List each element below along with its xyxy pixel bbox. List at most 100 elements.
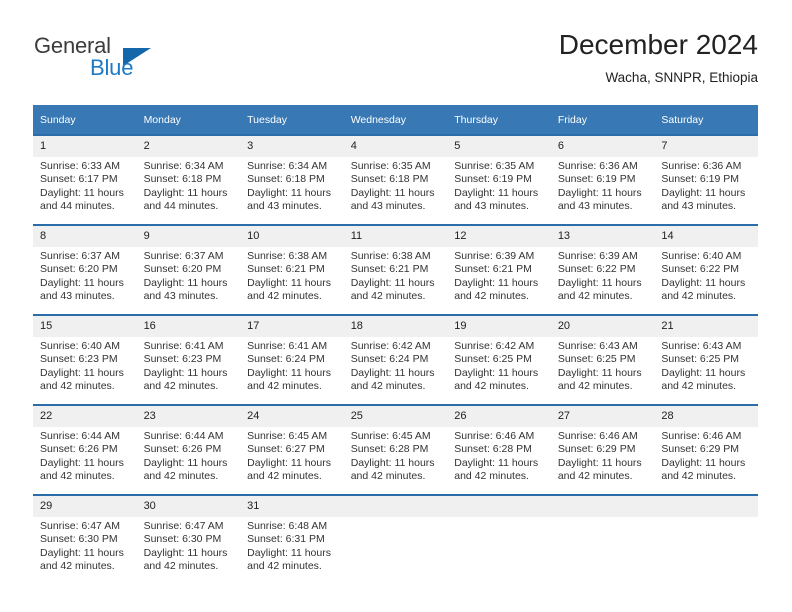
daylight-text-line2: and 42 minutes. [454,470,529,483]
daylight-text-line2: and 42 minutes. [661,290,737,303]
daylight-text-line1: Daylight: 11 hours [661,366,746,379]
day-number: 5 [447,136,551,157]
day-cell[interactable]: 23 Sunrise: 6:44 AM Sunset: 6:26 PM Dayligh… [136,404,241,495]
day-cell[interactable]: 16 Sunrise: 6:41 AM Sunset: 6:23 PM Dayligh… [136,314,241,405]
day-details: Sunrise: 6:36 AM Sunset: 6:19 PM Daylight:… [654,157,758,214]
day-details: Sunrise: 6:48 AM Sunset: 6:31 PM Daylight:… [240,517,344,574]
day-cell[interactable]: 12 Sunrise: 6:39 AM Sunset: 6:21 PM Dayligh… [447,224,551,315]
sunrise-text: Sunrise: 6:37 AM [40,250,120,262]
sunset-text: Sunset: 6:30 PM [143,533,222,546]
day-cell[interactable]: 18 Sunrise: 6:42 AM Sunset: 6:24 PM Dayligh… [343,314,448,405]
day-number: 23 [136,406,241,427]
week-row: 8 Sunrise: 6:37 AM Sunset: 6:20 PM Daylight… [33,224,758,315]
calendar-header-row: Sunday Monday Tuesday Wednesday Thursday… [33,105,758,135]
day-cell[interactable]: 22 Sunrise: 6:44 AM Sunset: 6:26 PM Dayligh… [33,404,137,495]
calendar-body: 1 Sunrise: 6:33 AM Sunset: 6:17 PM Daylight… [33,134,758,584]
day-cell[interactable]: 30 Sunrise: 6:47 AM Sunset: 6:30 PM Dayligh… [136,494,241,584]
sunrise-text: Sunrise: 6:39 AM [557,250,638,262]
day-cell[interactable]: 14 Sunrise: 6:40 AM Sunset: 6:22 PM Dayligh… [654,224,758,315]
day-cell[interactable]: 4 Sunrise: 6:35 AM Sunset: 6:18 PM Daylight… [343,134,448,225]
sunset-text: Sunset: 6:18 PM [143,173,222,186]
day-cell[interactable]: 17 Sunrise: 6:41 AM Sunset: 6:24 PM Dayligh… [240,314,344,405]
day-cell[interactable]: 15 Sunrise: 6:40 AM Sunset: 6:23 PM Dayligh… [33,314,137,405]
day-cell[interactable]: 28 Sunrise: 6:46 AM Sunset: 6:29 PM Dayligh… [654,404,758,495]
day-cell[interactable]: 29 Sunrise: 6:47 AM Sunset: 6:30 PM Dayligh… [33,494,137,584]
day-cell[interactable]: 3 Sunrise: 6:34 AM Sunset: 6:18 PM Daylight… [240,134,344,225]
sunset-text: Sunset: 6:21 PM [454,263,532,276]
sunrise-text: Sunrise: 6:46 AM [557,430,638,442]
day-cell[interactable]: 21 Sunrise: 6:43 AM Sunset: 6:25 PM Dayligh… [654,314,758,405]
sunset-text: Sunset: 6:29 PM [661,443,740,456]
day-number: 6 [550,136,655,157]
daylight-text-line1: Daylight: 11 hours [557,366,642,379]
day-cell[interactable]: 7 Sunrise: 6:36 AM Sunset: 6:19 PM Daylight… [654,134,758,225]
sunset-text: Sunset: 6:26 PM [40,443,118,456]
day-cell[interactable]: 9 Sunrise: 6:37 AM Sunset: 6:20 PM Daylight… [136,224,241,315]
day-cell[interactable]: 25 Sunrise: 6:45 AM Sunset: 6:28 PM Dayligh… [343,404,448,495]
sunset-text: Sunset: 6:18 PM [247,173,325,186]
day-cell[interactable]: 1 Sunrise: 6:33 AM Sunset: 6:17 PM Daylight… [33,134,137,225]
daylight-text-line2: and 42 minutes. [350,290,426,303]
daylight-text-line2: and 42 minutes. [661,380,737,393]
day-number [447,496,551,517]
day-cell[interactable]: 11 Sunrise: 6:38 AM Sunset: 6:21 PM Dayligh… [343,224,448,315]
sunset-text: Sunset: 6:19 PM [661,173,740,186]
daylight-text-line1: Daylight: 11 hours [661,276,746,289]
day-number: 19 [447,316,551,337]
day-details: Sunrise: 6:47 AM Sunset: 6:30 PM Daylight:… [137,517,241,574]
daylight-text-line1: Daylight: 11 hours [143,546,228,559]
daylight-text-line2: and 42 minutes. [40,560,115,573]
day-cell[interactable]: 2 Sunrise: 6:34 AM Sunset: 6:18 PM Daylight… [136,134,241,225]
day-cell[interactable]: 6 Sunrise: 6:36 AM Sunset: 6:19 PM Daylight… [550,134,655,225]
day-number: 21 [654,316,758,337]
sunset-text: Sunset: 6:21 PM [247,263,325,276]
day-details: Sunrise: 6:40 AM Sunset: 6:23 PM Daylight:… [33,337,137,394]
day-number [550,496,655,517]
day-cell[interactable]: 5 Sunrise: 6:35 AM Sunset: 6:19 PM Daylight… [447,134,551,225]
day-number: 3 [240,136,344,157]
day-cell[interactable]: 19 Sunrise: 6:42 AM Sunset: 6:25 PM Dayligh… [447,314,551,405]
day-number: 31 [240,496,344,517]
day-number: 28 [654,406,758,427]
day-number: 26 [447,406,551,427]
day-details: Sunrise: 6:37 AM Sunset: 6:20 PM Daylight:… [137,247,241,304]
daylight-text-line2: and 42 minutes. [247,380,322,393]
day-number: 9 [136,226,241,247]
day-number: 10 [240,226,344,247]
page-subtitle: Wacha, SNNPR, Ethiopia [605,70,758,85]
daylight-text-line1: Daylight: 11 hours [247,546,331,559]
day-cell[interactable]: 24 Sunrise: 6:45 AM Sunset: 6:27 PM Dayligh… [240,404,344,495]
weekday-header-wednesday: Wednesday [343,105,448,135]
day-cell[interactable]: 13 Sunrise: 6:39 AM Sunset: 6:22 PM Dayligh… [550,224,655,315]
daylight-text-line2: and 42 minutes. [40,470,115,483]
sunrise-text: Sunrise: 6:34 AM [143,160,224,172]
weekday-header-monday: Monday [136,105,241,135]
calendar-page: General Blue December 2024 Wacha, SNNPR,… [0,0,792,612]
day-details: Sunrise: 6:46 AM Sunset: 6:28 PM Daylight:… [447,427,551,484]
day-cell[interactable]: 26 Sunrise: 6:46 AM Sunset: 6:28 PM Dayligh… [447,404,551,495]
sunset-text: Sunset: 6:30 PM [40,533,118,546]
day-details [447,517,551,520]
calendar-table: Sunday Monday Tuesday Wednesday Thursday… [33,105,758,584]
sunrise-text: Sunrise: 6:43 AM [661,340,742,352]
day-cell[interactable]: 20 Sunrise: 6:43 AM Sunset: 6:25 PM Dayligh… [550,314,655,405]
sunrise-text: Sunrise: 6:43 AM [557,340,638,352]
day-number: 17 [240,316,344,337]
sunrise-text: Sunrise: 6:47 AM [143,520,224,532]
daylight-text-line1: Daylight: 11 hours [40,186,124,199]
daylight-text-line2: and 42 minutes. [661,470,737,483]
day-cell[interactable]: 8 Sunrise: 6:37 AM Sunset: 6:20 PM Daylight… [33,224,137,315]
sunset-text: Sunset: 6:22 PM [557,263,636,276]
day-number: 8 [33,226,137,247]
day-cell[interactable]: 27 Sunrise: 6:46 AM Sunset: 6:29 PM Dayligh… [550,404,655,495]
daylight-text-line1: Daylight: 11 hours [454,366,539,379]
sunset-text: Sunset: 6:25 PM [454,353,532,366]
daylight-text-line1: Daylight: 11 hours [557,276,642,289]
day-details: Sunrise: 6:34 AM Sunset: 6:18 PM Daylight:… [240,157,344,214]
day-cell[interactable]: 10 Sunrise: 6:38 AM Sunset: 6:21 PM Dayligh… [240,224,344,315]
generalblue-logo[interactable]: General Blue [34,33,234,85]
day-number: 1 [33,136,137,157]
daylight-text-line1: Daylight: 11 hours [143,456,228,469]
day-number: 18 [343,316,448,337]
day-cell[interactable]: 31 Sunrise: 6:48 AM Sunset: 6:31 PM Dayligh… [240,494,344,584]
